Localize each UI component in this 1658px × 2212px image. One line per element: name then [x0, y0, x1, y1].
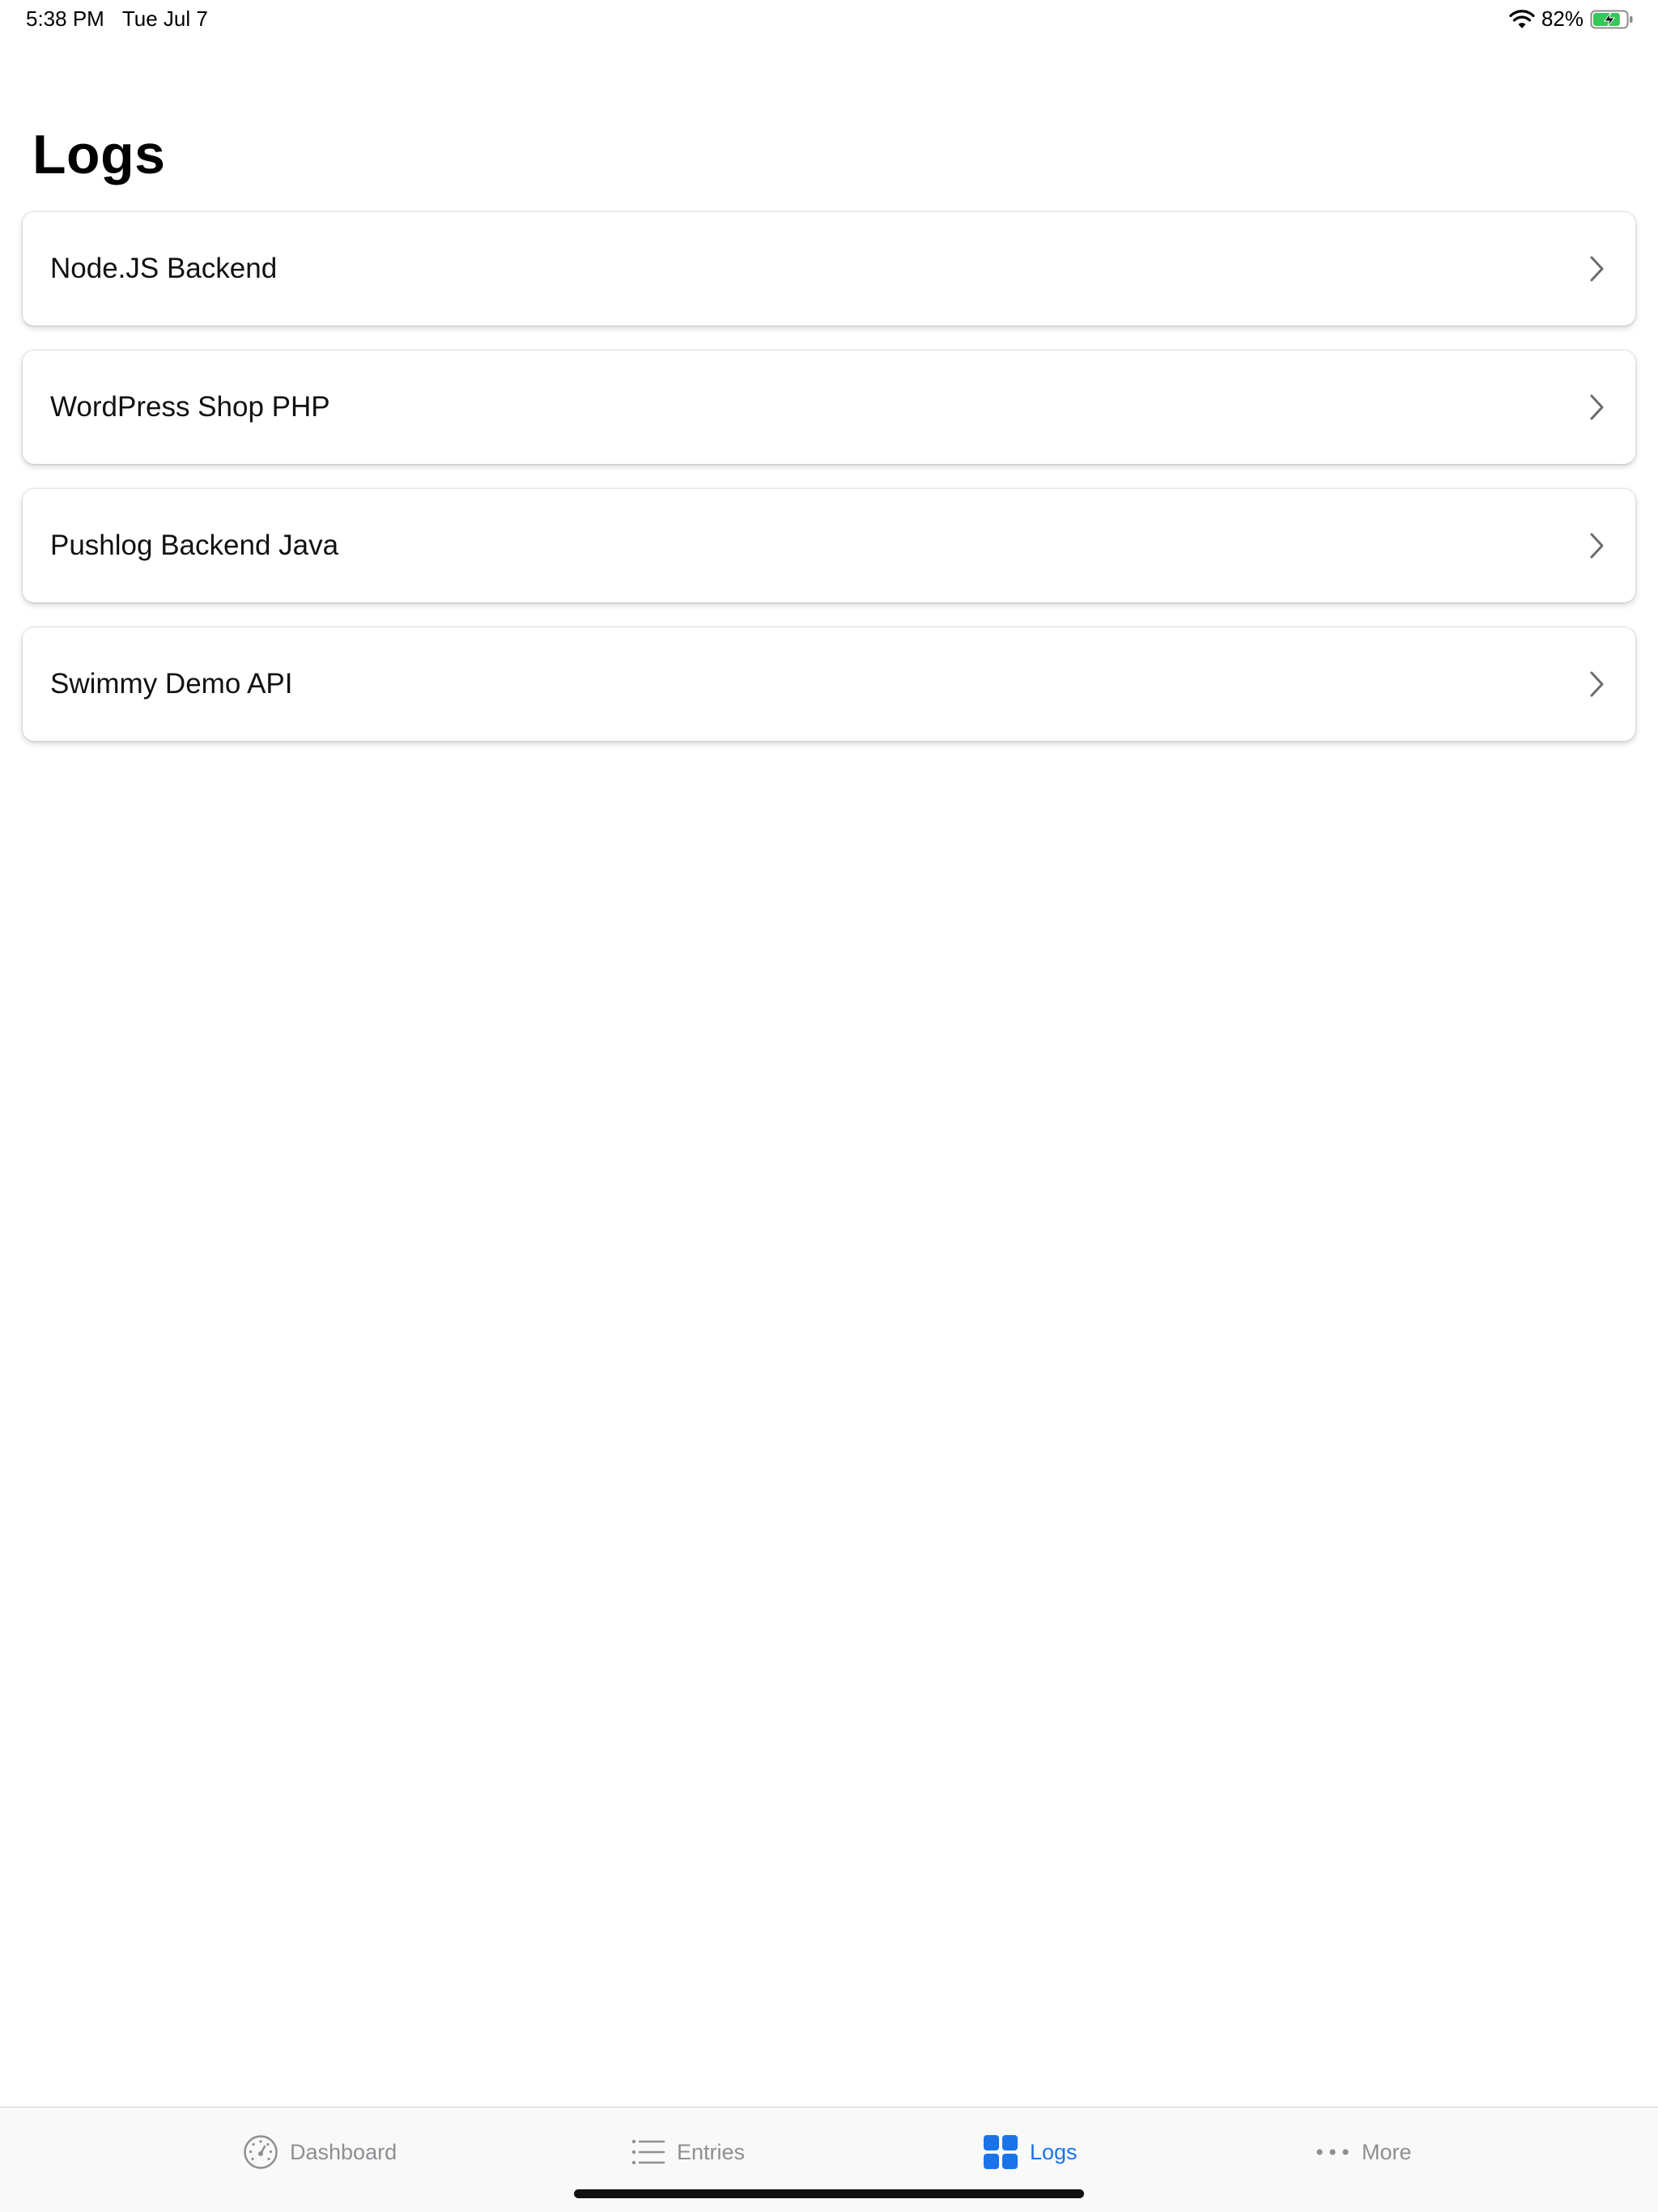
battery-charging-icon — [1590, 10, 1633, 28]
status-date: Tue Jul 7 — [121, 6, 208, 31]
log-item-label: WordPress Shop PHP — [50, 391, 330, 423]
chevron-right-icon — [1590, 533, 1604, 559]
log-item-swimmy-demo-api[interactable]: Swimmy Demo API — [23, 627, 1635, 741]
speedometer-icon — [244, 2135, 278, 2169]
ellipsis-icon — [1316, 2149, 1349, 2155]
status-bar: 5:38 PM Tue Jul 7 82% — [0, 0, 1658, 39]
tab-label: Dashboard — [290, 2139, 397, 2164]
chevron-right-icon — [1590, 671, 1604, 697]
status-right: 82% — [1509, 6, 1634, 32]
log-item-label: Node.JS Backend — [50, 253, 278, 284]
home-indicator — [574, 2189, 1084, 2198]
log-item-label: Pushlog Backend Java — [50, 530, 339, 561]
log-item-wordpress-shop-php[interactable]: WordPress Shop PHP — [23, 351, 1635, 464]
tab-label: More — [1362, 2139, 1412, 2164]
battery-percent: 82% — [1541, 6, 1584, 31]
app-screen: 5:38 PM Tue Jul 7 82% Logs Node.JS Backe… — [0, 0, 1658, 2212]
log-item-label: Swimmy Demo API — [50, 668, 293, 700]
tab-label: Entries — [677, 2139, 746, 2164]
tab-label: Logs — [1030, 2139, 1078, 2164]
list-icon — [631, 2139, 665, 2165]
tab-logs[interactable]: Logs — [983, 2132, 1078, 2172]
log-item-pushlog-backend-java[interactable]: Pushlog Backend Java — [23, 489, 1635, 602]
tab-dashboard[interactable]: Dashboard — [243, 2132, 397, 2172]
chevron-right-icon — [1590, 394, 1604, 420]
tab-entries[interactable]: Entries — [630, 2132, 745, 2172]
log-list: Node.JS Backend WordPress Shop PHP Pushl… — [23, 212, 1635, 766]
wifi-icon — [1509, 9, 1535, 28]
chevron-right-icon — [1590, 256, 1604, 282]
grid-icon — [984, 2135, 1018, 2169]
page-title: Logs — [32, 124, 166, 185]
tab-more[interactable]: More — [1315, 2132, 1412, 2172]
status-time: 5:38 PM — [26, 6, 104, 31]
log-item-nodejs-backend[interactable]: Node.JS Backend — [23, 212, 1635, 325]
status-left: 5:38 PM Tue Jul 7 — [26, 6, 208, 32]
